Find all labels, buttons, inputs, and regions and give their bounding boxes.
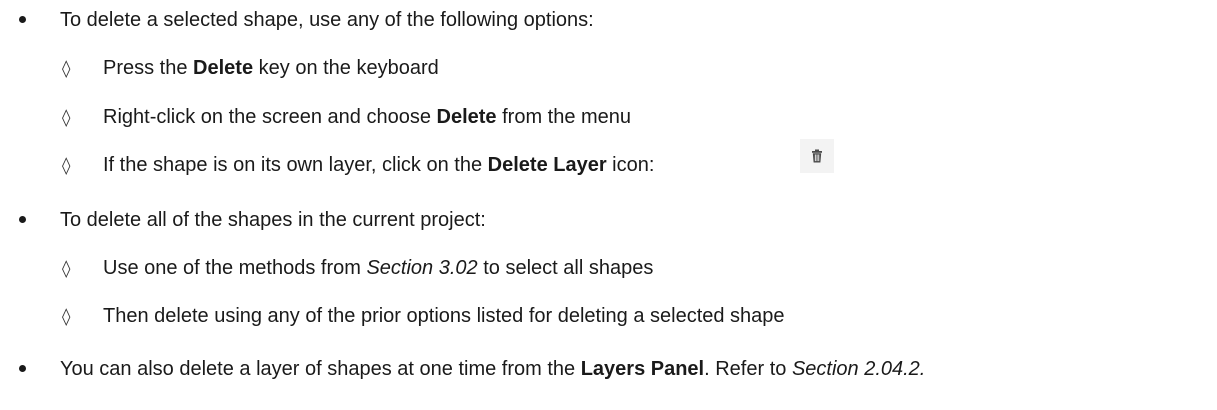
delete-layer-term: Delete Layer xyxy=(487,154,607,176)
section-3-02-ref: Section 3.02 xyxy=(366,257,478,279)
sub-bullet-1-1-text: Press the Delete key on the keyboard xyxy=(103,57,439,79)
sub-bullet-1-1-icon: ◊ xyxy=(62,59,71,79)
bullet-1-text: To delete a selected shape, use any of t… xyxy=(60,8,594,32)
trash-can-svg xyxy=(812,149,822,163)
bullet-3-dot xyxy=(19,365,26,372)
sub-bullet-2-1-text: Use one of the methods from Section 3.02… xyxy=(103,257,654,279)
sub-bullet-1-3-icon: ◊ xyxy=(62,156,71,176)
bullet-1-label: To delete a selected shape, use any of t… xyxy=(60,9,594,31)
bullet-3-text: You can also delete a layer of shapes at… xyxy=(60,358,926,380)
delete-key-term: Delete xyxy=(193,57,254,79)
bullet-1-dot xyxy=(19,16,26,23)
document-page: To delete a selected shape, use any of t… xyxy=(0,0,1217,410)
bullet-2-dot xyxy=(19,216,26,223)
bullet-2-text: To delete all of the shapes in the curre… xyxy=(60,208,486,232)
delete-menu-term: Delete xyxy=(436,106,497,128)
sub-bullet-1-3-text: If the shape is on its own layer, click … xyxy=(103,154,655,176)
sub-bullet-1-2-icon: ◊ xyxy=(62,108,71,128)
section-2-04-2-ref: Section 2.04.2. xyxy=(791,358,926,380)
sub-bullet-1-2-text: Right-click on the screen and choose Del… xyxy=(103,106,632,128)
sub-bullet-2-2-icon: ◊ xyxy=(62,307,71,327)
bullet-2-label: To delete all of the shapes in the curre… xyxy=(60,209,486,231)
sub-bullet-2-2-text: Then delete using any of the prior optio… xyxy=(103,305,785,327)
trash-can-icon xyxy=(800,139,834,173)
layers-panel-term: Layers Panel xyxy=(580,358,705,380)
sub-bullet-2-1-icon: ◊ xyxy=(62,259,71,279)
